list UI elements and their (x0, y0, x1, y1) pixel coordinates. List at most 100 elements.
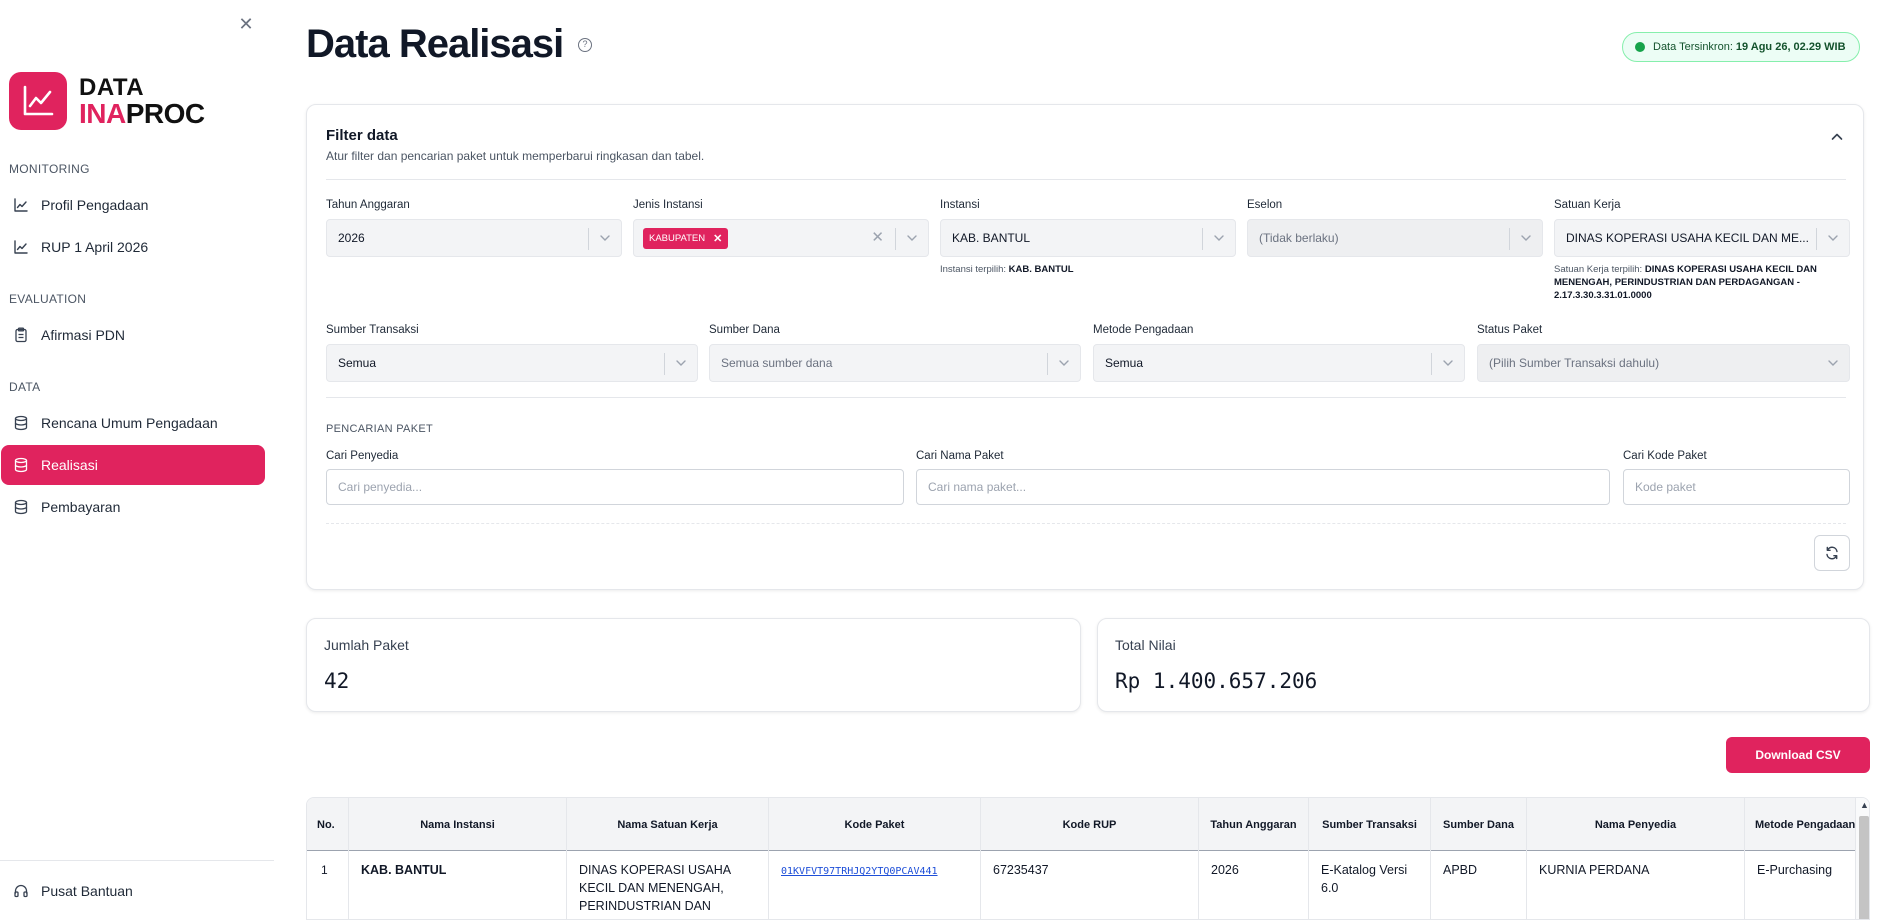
clear-icon[interactable]: ✕ (871, 230, 884, 246)
cari-kode-paket-label: Cari Kode Paket (1623, 450, 1707, 462)
table-cell-penyedia: KURNIA PERDANA (1527, 851, 1745, 919)
eselon-select: (Tidak berlaku) (1247, 219, 1543, 257)
tahun-anggaran-label: Tahun Anggaran (326, 199, 410, 211)
select-separator (895, 228, 896, 250)
chevron-down-icon (1059, 360, 1069, 366)
cari-nama-paket-label: Cari Nama Paket (916, 450, 1004, 462)
table-cell-instansi: KAB. BANTUL (349, 851, 567, 919)
jenis-instansi-tag[interactable]: KABUPATEN ✕ (643, 227, 729, 249)
table-vertical-scrollbar[interactable]: ▲ (1855, 798, 1869, 919)
sumber-dana-label: Sumber Dana (709, 324, 780, 336)
sidebar: ✕ DATA INAPROC MONITORING Profil Pengada… (0, 0, 274, 920)
column-header[interactable]: No. (307, 798, 349, 851)
download-csv-button[interactable]: Download CSV (1726, 737, 1870, 773)
column-header[interactable]: Sumber Dana (1431, 798, 1527, 851)
total-nilai-card: Total Nilai Rp 1.400.657.206 (1097, 618, 1870, 712)
table-cell-satker: DINAS KOPERASI USAHA KECIL DAN MENENGAH,… (567, 851, 769, 919)
cari-kode-paket-input[interactable] (1623, 469, 1850, 505)
scroll-up-icon[interactable]: ▲ (1860, 800, 1869, 810)
sidebar-item-label: Afirmasi PDN (41, 327, 126, 343)
sumber-dana-select[interactable]: Semua sumber dana (709, 344, 1081, 382)
app-root: ✕ DATA INAPROC MONITORING Profil Pengada… (0, 0, 1893, 920)
sidebar-item-realisasi[interactable]: Realisasi (1, 445, 265, 485)
column-header[interactable]: Nama Penyedia (1527, 798, 1745, 851)
sidebar-item-label: Rencana Umum Pengadaan (41, 415, 218, 431)
column-header[interactable]: Nama Instansi (349, 798, 567, 851)
sidebar-item-rencana-umum[interactable]: Rencana Umum Pengadaan (1, 403, 265, 443)
sidebar-item-label: Pembayaran (41, 499, 121, 515)
column-header[interactable]: Kode Paket (769, 798, 981, 851)
sidebar-item-profil-pengadaan[interactable]: Profil Pengadaan (1, 185, 265, 225)
chevron-down-icon (1521, 235, 1531, 241)
sidebar-item-rup[interactable]: RUP 1 April 2026 (1, 227, 265, 267)
nav-section-monitoring: MONITORING (9, 162, 90, 176)
remove-tag-icon[interactable]: ✕ (713, 232, 722, 245)
helper-value: KAB. BANTUL (1008, 264, 1074, 275)
tahun-anggaran-select[interactable]: 2026 (326, 219, 622, 257)
select-separator (1816, 228, 1817, 250)
filter-title: Filter data (326, 127, 398, 144)
search-section-caption: PENCARIAN PAKET (326, 423, 433, 435)
sidebar-item-afirmasi-pdn[interactable]: Afirmasi PDN (1, 315, 265, 355)
page-title: Data Realisasi (306, 22, 564, 66)
chevron-up-icon[interactable] (1829, 129, 1845, 145)
sync-status-dot-icon (1635, 42, 1645, 52)
metode-pengadaan-select[interactable]: Semua (1093, 344, 1465, 382)
sidebar-item-pembayaran[interactable]: Pembayaran (1, 487, 265, 527)
column-header[interactable]: Kode RUP (981, 798, 1199, 851)
satuan-kerja-value: DINAS KOPERASI USAHA KECIL DAN ME... (1566, 231, 1809, 245)
cari-penyedia-input[interactable] (326, 469, 904, 505)
sumber-transaksi-select[interactable]: Semua (326, 344, 698, 382)
sidebar-item-label: Pusat Bantuan (41, 883, 133, 899)
logo-line2-proc: PROC (125, 98, 205, 129)
help-icon[interactable]: ? (578, 38, 592, 52)
instansi-select[interactable]: KAB. BANTUL (940, 219, 1236, 257)
database-icon (13, 499, 29, 515)
kode-paket-link[interactable]: 01KVFVT97TRHJQ2YTQ0PCAV441 (781, 866, 938, 877)
column-header[interactable]: Metode Pengadaan (1745, 798, 1855, 851)
sidebar-divider (0, 860, 274, 861)
refresh-button[interactable] (1814, 535, 1850, 571)
filter-divider-dashed (326, 523, 1846, 524)
status-paket-label: Status Paket (1477, 324, 1543, 336)
jumlah-paket-label: Jumlah Paket (324, 637, 409, 653)
helper-label: Satuan Kerja terpilih: (1554, 264, 1643, 275)
logo-line2-ina: INA (79, 98, 126, 129)
select-separator (1047, 353, 1048, 375)
close-sidebar-icon[interactable]: ✕ (236, 14, 256, 34)
helper-label: Instansi terpilih: (940, 264, 1007, 275)
chevron-down-icon (1828, 235, 1838, 241)
satuan-kerja-select[interactable]: DINAS KOPERASI USAHA KECIL DAN ME... (1554, 219, 1850, 257)
chevron-down-icon (1828, 360, 1838, 366)
jenis-instansi-select[interactable]: KABUPATEN ✕ ✕ (633, 219, 929, 257)
sidebar-item-pusat-bantuan[interactable]: Pusat Bantuan (1, 871, 265, 911)
logo: DATA INAPROC (9, 72, 205, 130)
satuan-kerja-label: Satuan Kerja (1554, 199, 1621, 211)
logo-chart-icon (9, 72, 67, 130)
chevron-down-icon (1214, 235, 1224, 241)
logo-text: DATA INAPROC (79, 75, 205, 129)
satuan-kerja-helper: Satuan Kerja terpilih: DINAS KOPERASI US… (1554, 263, 1850, 302)
select-separator (1202, 228, 1203, 250)
filter-divider (326, 397, 1846, 398)
refresh-icon (1826, 546, 1838, 560)
table-cell-kode-paket: 01KVFVT97TRHJQ2YTQ0PCAV441 (769, 851, 981, 919)
table-header: No. Nama Instansi Nama Satuan Kerja Kode… (307, 798, 1855, 851)
scrollbar-thumb[interactable] (1859, 816, 1869, 919)
chevron-down-icon (907, 235, 917, 241)
sidebar-item-label: RUP 1 April 2026 (41, 239, 149, 255)
cari-nama-paket-input[interactable] (916, 469, 1610, 505)
sumber-dana-value: Semua sumber dana (721, 356, 833, 370)
metode-pengadaan-label: Metode Pengadaan (1093, 324, 1194, 336)
column-header[interactable]: Sumber Transaksi (1309, 798, 1431, 851)
filter-divider (326, 179, 1846, 180)
tag-label: KABUPATEN (649, 232, 706, 244)
column-header[interactable]: Nama Satuan Kerja (567, 798, 769, 851)
sync-value: 19 Agu 26, 02.29 WIB (1735, 41, 1846, 53)
select-separator (1431, 353, 1432, 375)
column-header[interactable]: Tahun Anggaran (1199, 798, 1309, 851)
status-paket-select: (Pilih Sumber Transaksi dahulu) (1477, 344, 1850, 382)
select-separator (664, 353, 665, 375)
status-paket-value: (Pilih Sumber Transaksi dahulu) (1489, 356, 1660, 370)
instansi-label: Instansi (940, 199, 980, 211)
